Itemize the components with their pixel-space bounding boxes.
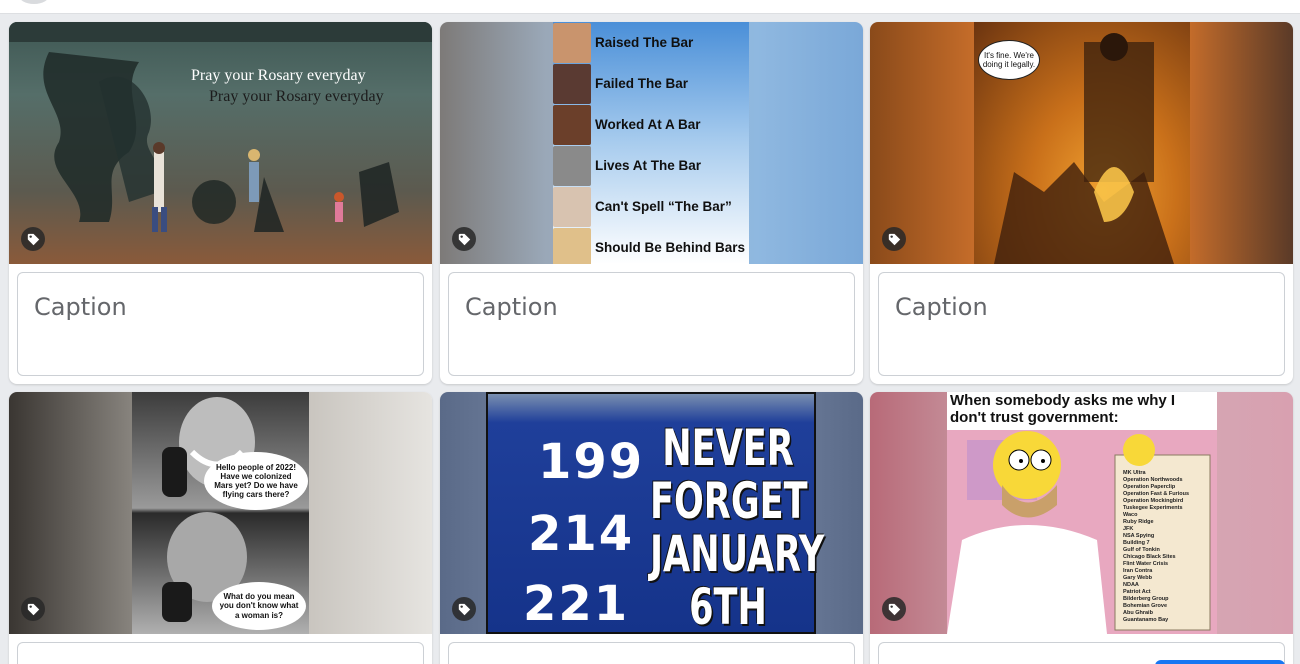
speech-bubble-bottom: What do you mean you don't know what a w… xyxy=(212,582,306,630)
homer-panel: When somebody asks me why I don't trust … xyxy=(947,392,1217,634)
tag-icon xyxy=(27,603,39,615)
tag-button[interactable] xyxy=(882,227,906,251)
top-bar xyxy=(0,0,1300,14)
scroll-item: JFK xyxy=(1123,526,1134,532)
headline: NEVER FORGET JANUARY 6TH xyxy=(650,419,825,634)
scroll-item: Operation Mockingbird xyxy=(1123,498,1184,504)
scroll-item: Flint Water Crisis xyxy=(1123,561,1169,567)
engraving-panel: It's fine. We're doing it legally. xyxy=(974,22,1190,264)
tag-button[interactable] xyxy=(21,597,45,621)
headline-line: JANUARY xyxy=(650,525,825,583)
bar-row: Lives At The Bar xyxy=(595,158,702,173)
scroll-item: MK Ultra xyxy=(1123,470,1146,476)
post-card: Hello people of 2022! Have we colonized … xyxy=(9,392,432,664)
post-image[interactable]: Raised The Bar Failed The Bar Worked At … xyxy=(440,22,863,264)
caption-input[interactable] xyxy=(449,273,854,341)
caption-field-wrapper xyxy=(878,272,1285,376)
gas-sign-panel: 199 214 221 NEVER FORGET JANUARY 6TH xyxy=(486,392,825,634)
scroll-item: Tuskegee Experiments xyxy=(1123,505,1183,511)
scroll-item: Gulf of Tonkin xyxy=(1123,547,1160,553)
scroll-item: Waco xyxy=(1123,512,1138,518)
scroll-item: Ruby Ridge xyxy=(1123,519,1154,525)
rosary-text-line2: Pray your Rosary everyday xyxy=(209,88,384,105)
scroll-item: NDAA xyxy=(1123,582,1139,588)
post-image[interactable]: When somebody asks me why I don't trust … xyxy=(870,392,1293,634)
caption-input[interactable] xyxy=(879,273,1284,341)
scroll-item: Operation Northwoods xyxy=(1123,477,1183,483)
scroll-item: Abu Ghraib xyxy=(1123,610,1153,616)
bar-row: Should Be Behind Bars xyxy=(595,240,746,255)
headline-line: NEVER xyxy=(662,419,794,477)
tag-icon xyxy=(888,603,900,615)
gas-price: 221 xyxy=(523,576,630,632)
scroll-item: Gary Webb xyxy=(1123,575,1152,581)
post-image[interactable]: Hello people of 2022! Have we colonized … xyxy=(9,392,432,634)
post-card: When somebody asks me why I don't trust … xyxy=(870,392,1293,664)
post-image[interactable]: It's fine. We're doing it legally. xyxy=(870,22,1293,264)
phone-call-panel: Hello people of 2022! Have we colonized … xyxy=(132,392,309,634)
scroll-item: Iran Contra xyxy=(1123,568,1153,574)
bar-row: Raised The Bar xyxy=(595,35,694,50)
speech-bubble-top: Hello people of 2022! Have we colonized … xyxy=(204,452,308,510)
homer-title: When somebody asks me why I don't trust … xyxy=(950,392,1176,427)
homer-scene: MK Ultra Operation Northwoods Operation … xyxy=(947,430,1217,634)
tag-button[interactable] xyxy=(21,227,45,251)
gas-price: 214 xyxy=(528,506,635,562)
bar-row: Failed The Bar xyxy=(595,76,689,91)
gas-price: 199 xyxy=(538,434,645,490)
speech-bubble: It's fine. We're doing it legally. xyxy=(978,40,1040,80)
scroll-item: NSA Spying xyxy=(1123,533,1155,539)
scroll-item: Operation Fast & Furious xyxy=(1123,491,1190,497)
scroll-item: Building 7 xyxy=(1123,540,1150,546)
scroll-list: MK Ultra Operation Northwoods Operation … xyxy=(1123,470,1208,624)
post-card: It's fine. We're doing it legally. xyxy=(870,22,1293,384)
scroll-item: Operation Paperclip xyxy=(1123,484,1176,490)
tag-button[interactable] xyxy=(452,227,476,251)
scroll-item: Bilderberg Group xyxy=(1123,596,1169,602)
scroll-item: Guantanamo Bay xyxy=(1123,617,1169,623)
tag-icon xyxy=(27,233,39,245)
caption-field-wrapper[interactable] xyxy=(448,642,855,664)
rosary-text-line1: Pray your Rosary everyday xyxy=(191,67,366,84)
post-card: Pray your Rosary everyday Pray your Rosa… xyxy=(9,22,432,384)
headline-line: 6TH xyxy=(689,578,767,634)
bar-row: Can't Spell “The Bar” xyxy=(595,199,732,214)
avatar[interactable] xyxy=(18,0,50,4)
shadow-silhouettes xyxy=(9,22,432,232)
scroll-item: Chicago Black Sites xyxy=(1123,554,1176,560)
tag-icon xyxy=(888,233,900,245)
tag-button[interactable] xyxy=(882,597,906,621)
tag-icon xyxy=(458,233,470,245)
tag-icon xyxy=(458,603,470,615)
caption-input[interactable] xyxy=(18,273,423,341)
scroll-item: Patriot Act xyxy=(1123,589,1151,595)
primary-action-button[interactable] xyxy=(1155,660,1285,664)
scroll-item: Bohemian Grove xyxy=(1123,603,1168,609)
caption-field-wrapper xyxy=(17,272,424,376)
bar-row: Worked At A Bar xyxy=(595,117,701,132)
post-image[interactable]: 199 214 221 NEVER FORGET JANUARY 6TH xyxy=(440,392,863,634)
tag-button[interactable] xyxy=(452,597,476,621)
post-card: 199 214 221 NEVER FORGET JANUARY 6TH xyxy=(440,392,863,664)
bar-list-panel: Raised The Bar Failed The Bar Worked At … xyxy=(553,22,749,264)
caption-field-wrapper[interactable] xyxy=(17,642,424,664)
caption-field-wrapper xyxy=(448,272,855,376)
post-image[interactable]: Pray your Rosary everyday Pray your Rosa… xyxy=(9,22,432,264)
headline-line: FORGET xyxy=(650,472,808,530)
post-card: Raised The Bar Failed The Bar Worked At … xyxy=(440,22,863,384)
